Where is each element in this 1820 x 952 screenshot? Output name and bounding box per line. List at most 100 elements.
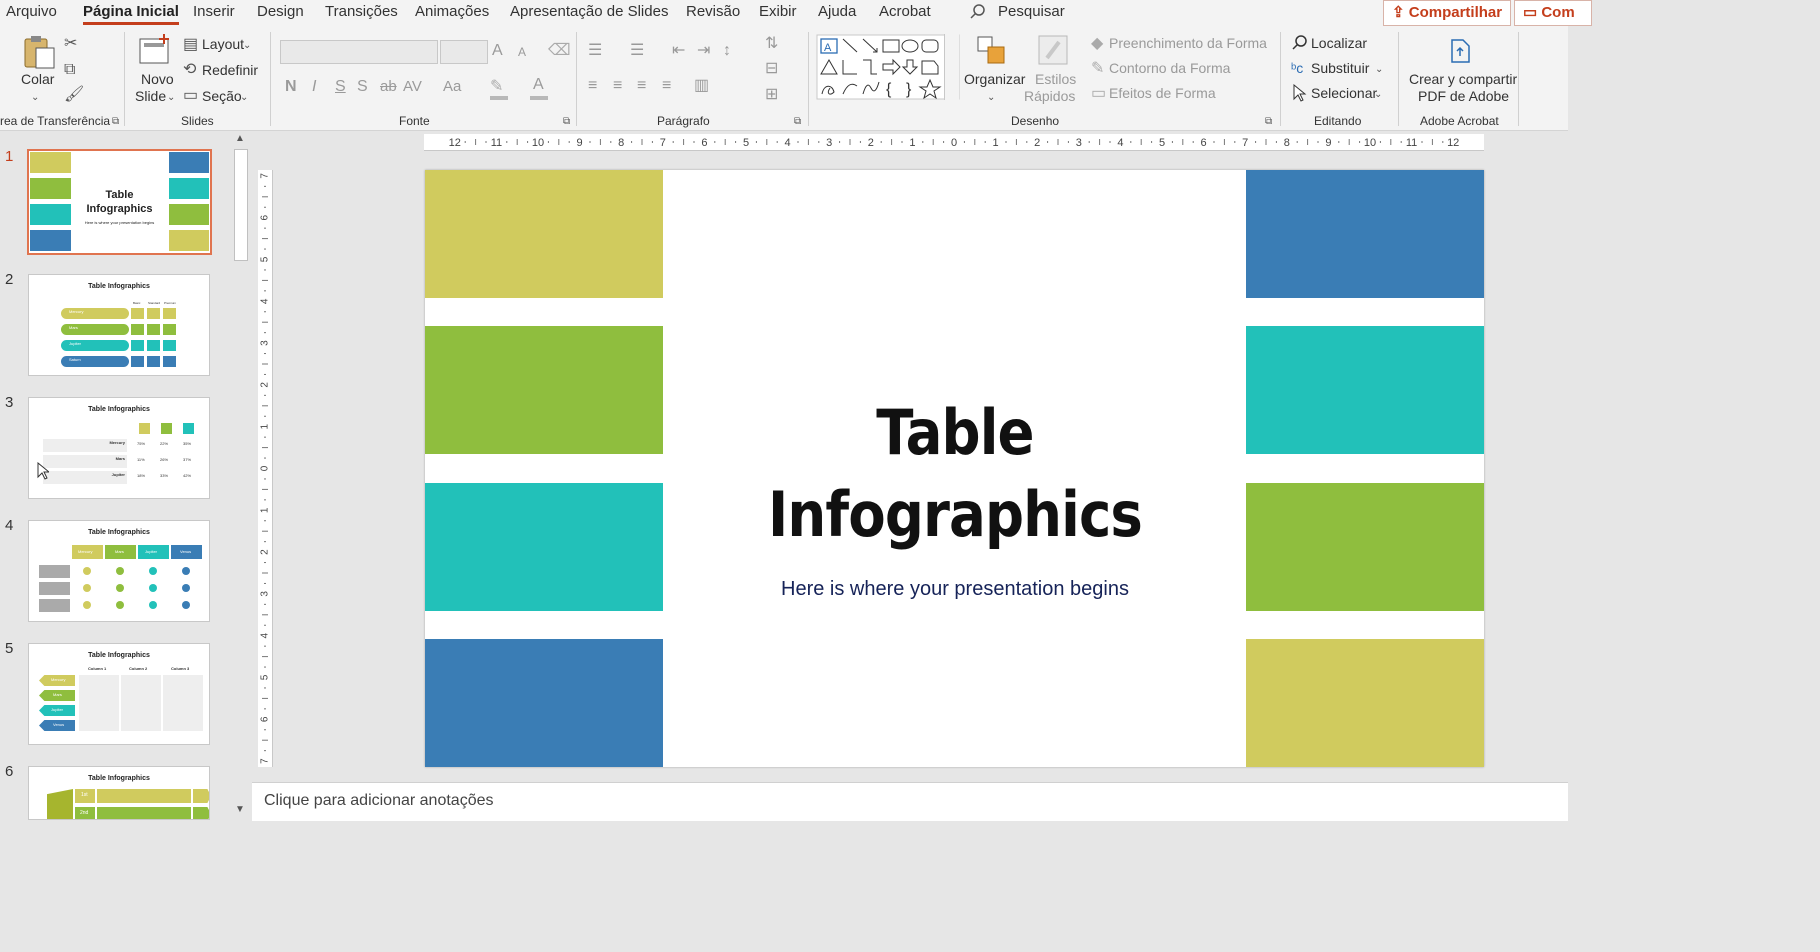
shape-effects-button[interactable]: Efeitos de Forma: [1109, 85, 1216, 101]
color-block-right-2[interactable]: [1246, 326, 1484, 454]
increase-indent-icon[interactable]: ⇥: [697, 43, 710, 59]
shadow-button[interactable]: S: [357, 78, 368, 96]
dialog-launcher-icon[interactable]: ⧉: [112, 114, 119, 130]
color-block-right-3[interactable]: [1246, 483, 1484, 611]
arrange-button[interactable]: Organizar: [964, 71, 1025, 87]
align-right-icon[interactable]: ≡: [637, 78, 646, 94]
numbering-icon[interactable]: ☰: [630, 43, 644, 59]
align-left-icon[interactable]: ≡: [588, 78, 597, 94]
slide-thumbnail-5[interactable]: Table Infographics Column 1 Column 2 Col…: [28, 643, 210, 745]
dialog-launcher-icon[interactable]: ⧉: [563, 114, 570, 130]
menu-revisao[interactable]: Revisão: [686, 3, 740, 20]
menu-pagina-inicial[interactable]: Página Inicial: [83, 3, 179, 25]
chevron-down-icon[interactable]: ⌄: [987, 90, 995, 106]
layout-button[interactable]: Layout: [202, 36, 244, 52]
share-button[interactable]: ⇪ Compartilhar: [1383, 0, 1512, 26]
menu-animacoes[interactable]: Animações: [415, 3, 489, 20]
decrease-indent-icon[interactable]: ⇤: [672, 43, 685, 59]
slide-thumbnail-1[interactable]: Table Infographics Here is where your pr…: [27, 149, 212, 255]
slide-thumbnail-3[interactable]: Table Infographics Mercury Mars Jupiter …: [28, 397, 210, 499]
new-slide-icon[interactable]: [138, 33, 172, 67]
smartart-icon[interactable]: ⊞: [765, 87, 778, 103]
menu-exibir[interactable]: Exibir: [759, 3, 797, 20]
section-button[interactable]: Seção: [202, 88, 242, 104]
align-text-icon[interactable]: ⊟: [765, 61, 778, 77]
slide-thumbnail-4[interactable]: Table Infographics Mercury Mars Jupiter …: [28, 520, 210, 622]
highlight-icon[interactable]: ✎: [490, 79, 503, 95]
italic-button[interactable]: I: [312, 78, 316, 96]
reset-button[interactable]: Redefinir: [202, 62, 258, 78]
line-spacing-icon[interactable]: ↕: [723, 43, 731, 59]
grow-font-button[interactable]: A: [492, 42, 503, 60]
shape-outline-button[interactable]: Contorno da Forma: [1109, 60, 1230, 76]
scroll-up-icon[interactable]: ▲: [235, 133, 245, 144]
shapes-gallery-scroll[interactable]: [944, 34, 959, 100]
text-direction-icon[interactable]: ⇅: [765, 36, 778, 52]
char-spacing-button[interactable]: AV: [403, 78, 422, 95]
menu-arquivo[interactable]: Arquivo: [6, 3, 57, 20]
new-slide-button[interactable]: Novo: [141, 71, 174, 87]
dialog-launcher-icon[interactable]: ⧉: [1265, 114, 1272, 130]
adobe-pdf-icon[interactable]: [1448, 38, 1472, 64]
paste-button[interactable]: Colar: [21, 71, 54, 87]
chevron-down-icon[interactable]: ⌄: [31, 90, 39, 106]
select-button[interactable]: Selecionar: [1311, 85, 1377, 101]
change-case-button[interactable]: Aa: [443, 78, 461, 95]
shrink-font-button[interactable]: A: [518, 45, 526, 59]
format-painter-icon[interactable]: 🖌: [64, 87, 84, 103]
create-pdf-button-label2[interactable]: PDF de Adobe: [1418, 88, 1509, 104]
slide-title[interactable]: Table Infographics: [735, 392, 1175, 556]
menu-acrobat[interactable]: Acrobat: [879, 3, 931, 20]
font-color-button[interactable]: A: [533, 76, 544, 94]
search-box[interactable]: Pesquisar: [998, 3, 1065, 20]
scroll-down-icon[interactable]: ▼: [235, 804, 245, 815]
chevron-down-icon[interactable]: ⌄: [240, 90, 248, 106]
slide-thumbnail-2[interactable]: Table Infographics Basic Standard Premiu…: [28, 274, 210, 376]
color-block-right-1[interactable]: [1246, 170, 1484, 298]
justify-icon[interactable]: ≡: [662, 78, 671, 94]
align-center-icon[interactable]: ≡: [613, 78, 622, 94]
menu-transicoes[interactable]: Transições: [325, 3, 398, 20]
scroll-thumb[interactable]: [234, 149, 248, 261]
replace-button[interactable]: Substituir: [1311, 60, 1369, 76]
chevron-down-icon[interactable]: ⌄: [167, 90, 175, 106]
notes-pane[interactable]: Clique para adicionar anotações: [252, 782, 1568, 821]
quick-styles-button[interactable]: Estilos: [1035, 71, 1076, 87]
color-block-left-4[interactable]: [425, 639, 663, 767]
menu-design[interactable]: Design: [257, 3, 304, 20]
search-icon[interactable]: [970, 4, 986, 20]
arrange-icon[interactable]: [975, 34, 1009, 68]
slide-thumbnail-6[interactable]: Table Infographics 1st 2nd: [28, 766, 210, 820]
shape-fill-button[interactable]: Preenchimento da Forma: [1109, 35, 1267, 51]
comments-button[interactable]: ▭ Com: [1514, 0, 1592, 26]
slide-subtitle[interactable]: Here is where your presentation begins: [705, 578, 1205, 601]
new-slide-button-label2[interactable]: Slide: [135, 88, 166, 104]
shapes-gallery[interactable]: A { }: [816, 34, 960, 100]
menu-inserir[interactable]: Inserir: [193, 3, 235, 20]
font-name-dropdown[interactable]: [280, 40, 438, 64]
cut-icon[interactable]: ✂: [64, 36, 77, 52]
dialog-launcher-icon[interactable]: ⧉: [794, 114, 801, 130]
bullets-icon[interactable]: ☰: [588, 43, 602, 59]
color-block-right-4[interactable]: [1246, 639, 1484, 767]
chevron-down-icon[interactable]: ⌄: [1375, 62, 1383, 78]
columns-icon[interactable]: ▥: [694, 78, 709, 94]
underline-button[interactable]: S: [335, 78, 346, 96]
color-block-left-2[interactable]: [425, 326, 663, 454]
color-block-left-1[interactable]: [425, 170, 663, 298]
find-button[interactable]: Localizar: [1311, 35, 1367, 51]
strikethrough-button[interactable]: ab: [380, 78, 397, 95]
clear-format-icon[interactable]: ⌫: [548, 43, 571, 59]
slide-canvas[interactable]: Table Infographics Here is where your pr…: [425, 170, 1484, 767]
quick-styles-button-label2[interactable]: Rápidos: [1024, 88, 1075, 104]
notes-placeholder[interactable]: Clique para adicionar anotações: [264, 792, 493, 810]
create-pdf-button[interactable]: Crear y compartir: [1409, 71, 1517, 87]
font-size-dropdown[interactable]: [440, 40, 488, 64]
chevron-down-icon[interactable]: ⌄: [243, 38, 251, 54]
chevron-down-icon[interactable]: ⌄: [1374, 87, 1382, 103]
bold-button[interactable]: N: [285, 78, 297, 96]
menu-apresentacao[interactable]: Apresentação de Slides: [510, 3, 668, 20]
color-block-left-3[interactable]: [425, 483, 663, 611]
paste-icon[interactable]: [22, 34, 56, 70]
menu-ajuda[interactable]: Ajuda: [818, 3, 856, 20]
